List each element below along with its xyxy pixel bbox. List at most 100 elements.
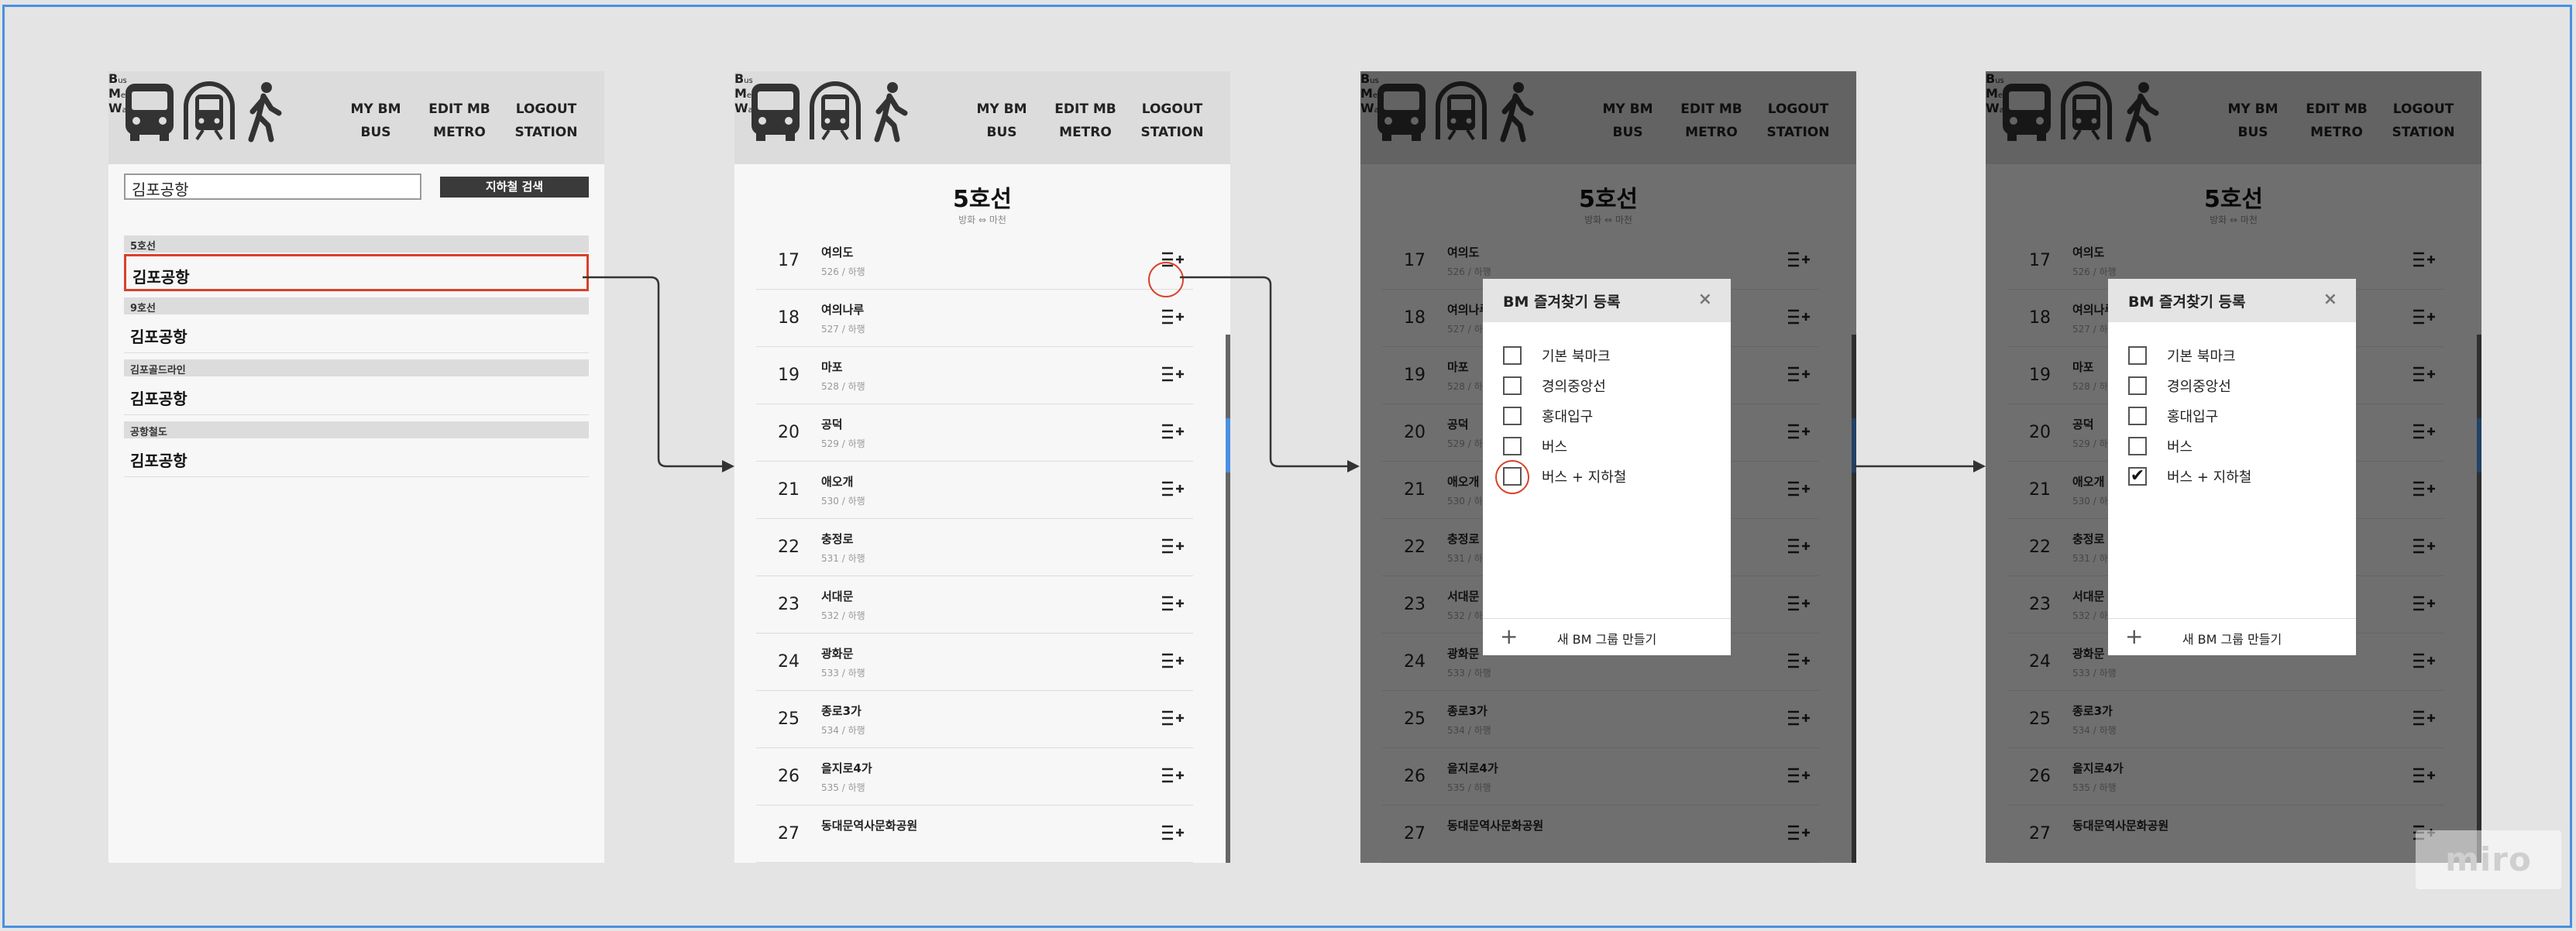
checkbox[interactable] <box>1503 376 1522 395</box>
subway-search-button[interactable]: 지하철 검색 <box>440 177 589 198</box>
station-row[interactable]: 17 여의도 526 / 하행 <box>756 232 1193 290</box>
checkbox[interactable] <box>2128 407 2147 425</box>
caption-initial: B <box>734 71 745 86</box>
nav-item-metro[interactable]: EDIT MB METRO <box>417 98 502 144</box>
add-bookmark-icon[interactable] <box>1161 477 1185 500</box>
walk-icon <box>243 81 287 143</box>
bookmark-option[interactable]: 홍대입구 <box>1503 404 1593 428</box>
add-bookmark-icon[interactable] <box>1161 305 1185 328</box>
close-icon[interactable]: × <box>1698 290 1712 309</box>
station-code: 528 / 하행 <box>821 381 865 392</box>
add-bookmark-icon[interactable] <box>1161 649 1185 672</box>
station-code: 531 / 하행 <box>821 553 865 564</box>
station-row[interactable]: 22 충정로 531 / 하행 <box>756 519 1193 576</box>
tap-highlight-circle <box>1148 262 1184 297</box>
result-line-header: 5호선 <box>124 235 589 253</box>
station-number: 21 <box>778 480 800 500</box>
add-bookmark-icon[interactable] <box>1161 821 1185 844</box>
station-row[interactable]: 26 을지로4가 535 / 하행 <box>756 748 1193 806</box>
station-name: 여의나루 <box>821 303 865 317</box>
bookmark-option[interactable]: 기본 북마크 <box>1503 344 1611 367</box>
station-number: 23 <box>778 595 800 614</box>
station-name: 광화문 <box>821 647 854 661</box>
checkbox[interactable] <box>2128 346 2147 365</box>
station-row[interactable]: 24 광화문 533 / 하행 <box>756 634 1193 691</box>
add-bookmark-icon[interactable] <box>1161 592 1185 615</box>
metro-icon <box>181 81 237 143</box>
bookmark-option[interactable]: 홍대입구 <box>2128 404 2218 428</box>
bookmark-option[interactable]: 기본 북마크 <box>2128 344 2236 367</box>
station-name: 서대문 <box>821 589 854 603</box>
screen-line-3: BusMetroWalkMY BMBUSEDIT MBMETROLOGOUTST… <box>1360 71 1856 863</box>
nav-line1: MY BM <box>350 101 401 117</box>
station-row[interactable]: 19 마포 528 / 하행 <box>756 347 1193 404</box>
scroll-thumb[interactable] <box>1226 418 1230 472</box>
station-row[interactable]: 27 동대문역사문화공원 <box>756 806 1193 863</box>
checkbox[interactable] <box>1503 437 1522 455</box>
nav-item-station[interactable]: LOGOUT STATION <box>1130 98 1215 144</box>
checkbox[interactable] <box>1503 346 1522 365</box>
nav-item-bus[interactable]: MY BM BUS <box>959 98 1044 144</box>
checkbox[interactable] <box>2128 437 2147 455</box>
option-label: 버스 <box>2167 439 2193 455</box>
bus-icon <box>748 81 803 143</box>
scrollbar[interactable] <box>1226 335 1230 863</box>
add-bookmark-icon[interactable] <box>1161 706 1185 730</box>
result-line-header: 공항철도 <box>124 421 589 438</box>
option-label: 홍대입구 <box>1542 409 1594 425</box>
result-station-item[interactable]: 김포공항 <box>124 440 589 477</box>
checkmark-icon: ✔ <box>2130 466 2145 486</box>
nav-line1: MY BM <box>976 101 1027 117</box>
checkbox[interactable] <box>1503 407 1522 425</box>
close-icon[interactable]: × <box>2323 290 2337 309</box>
screen-line-4: BusMetroWalkMY BMBUSEDIT MBMETROLOGOUTST… <box>1986 71 2481 863</box>
add-bookmark-icon[interactable] <box>1161 420 1185 443</box>
option-label: 홍대입구 <box>2167 409 2219 425</box>
miro-watermark: miro <box>2416 830 2561 889</box>
result-station-item[interactable]: 김포공항 <box>124 316 589 353</box>
checkbox[interactable] <box>2128 376 2147 395</box>
nav-line1: EDIT MB <box>1054 101 1116 117</box>
result-station-item[interactable]: 김포공항 <box>124 378 589 415</box>
station-row[interactable]: 21 애오개 530 / 하행 <box>756 462 1193 519</box>
new-group-button[interactable]: + 새 BM 그룹 만들기 <box>2108 618 2356 655</box>
screen-line-2: BusMetroWalkMY BMBUSEDIT MBMETROLOGOUTST… <box>734 71 1230 863</box>
new-group-button[interactable]: + 새 BM 그룹 만들기 <box>1483 618 1731 655</box>
nav-line1: EDIT MB <box>428 101 490 117</box>
nav-line2: METRO <box>1059 125 1112 140</box>
bookmark-option[interactable]: 버스 <box>2128 435 2193 458</box>
result-line-header: 9호선 <box>124 297 589 314</box>
nav-line2: BUS <box>360 125 391 140</box>
station-row[interactable]: 20 공덕 529 / 하행 <box>756 404 1193 462</box>
station-number: 24 <box>778 652 800 672</box>
bookmark-option[interactable]: 경의중앙선 <box>1503 374 1606 397</box>
add-bookmark-icon[interactable] <box>1161 764 1185 787</box>
bookmark-option[interactable]: 버스 <box>1503 435 1567 458</box>
result-station-item[interactable]: 김포공항 <box>124 254 589 291</box>
station-row[interactable]: 18 여의나루 527 / 하행 <box>756 290 1193 347</box>
nav-item-bus[interactable]: MY BM BUS <box>333 98 418 144</box>
new-group-label: 새 BM 그룹 만들기 <box>1556 632 1657 647</box>
station-name: 공덕 <box>821 417 843 431</box>
station-number: 20 <box>778 423 800 442</box>
station-code: 527 / 하행 <box>821 324 865 335</box>
bookmark-option[interactable]: 경의중앙선 <box>2128 374 2231 397</box>
add-bookmark-icon[interactable] <box>1161 534 1185 558</box>
bookmark-option[interactable]: ✔ 버스 + 지하철 <box>2128 465 2251 488</box>
checkbox[interactable]: ✔ <box>2128 467 2147 486</box>
station-number: 18 <box>778 308 800 328</box>
search-input[interactable]: 김포공항 <box>124 173 421 200</box>
nav-item-metro[interactable]: EDIT MB METRO <box>1043 98 1128 144</box>
station-name: 동대문역사문화공원 <box>821 819 918 833</box>
bookmark-modal: BM 즐겨찾기 등록 × 기본 북마크 경의중앙선 홍대입구 버스 ✔ 버스 + 지하철 + 새 … <box>2108 279 2356 655</box>
caption-initial: W <box>108 101 122 115</box>
station-row[interactable]: 25 종로3가 534 / 하행 <box>756 691 1193 748</box>
station-row[interactable]: 23 서대문 532 / 하행 <box>756 576 1193 634</box>
option-label: 버스 <box>1542 439 1568 455</box>
bookmark-modal: BM 즐겨찾기 등록 × 기본 북마크 경의중앙선 홍대입구 버스 버스 + 지하철 + 새 B… <box>1483 279 1731 655</box>
nav-item-station[interactable]: LOGOUT STATION <box>504 98 589 144</box>
add-bookmark-icon[interactable] <box>1161 362 1185 386</box>
station-code: 529 / 하행 <box>821 438 865 449</box>
option-label: 기본 북마크 <box>2167 349 2236 365</box>
caption-initial: M <box>734 86 747 101</box>
